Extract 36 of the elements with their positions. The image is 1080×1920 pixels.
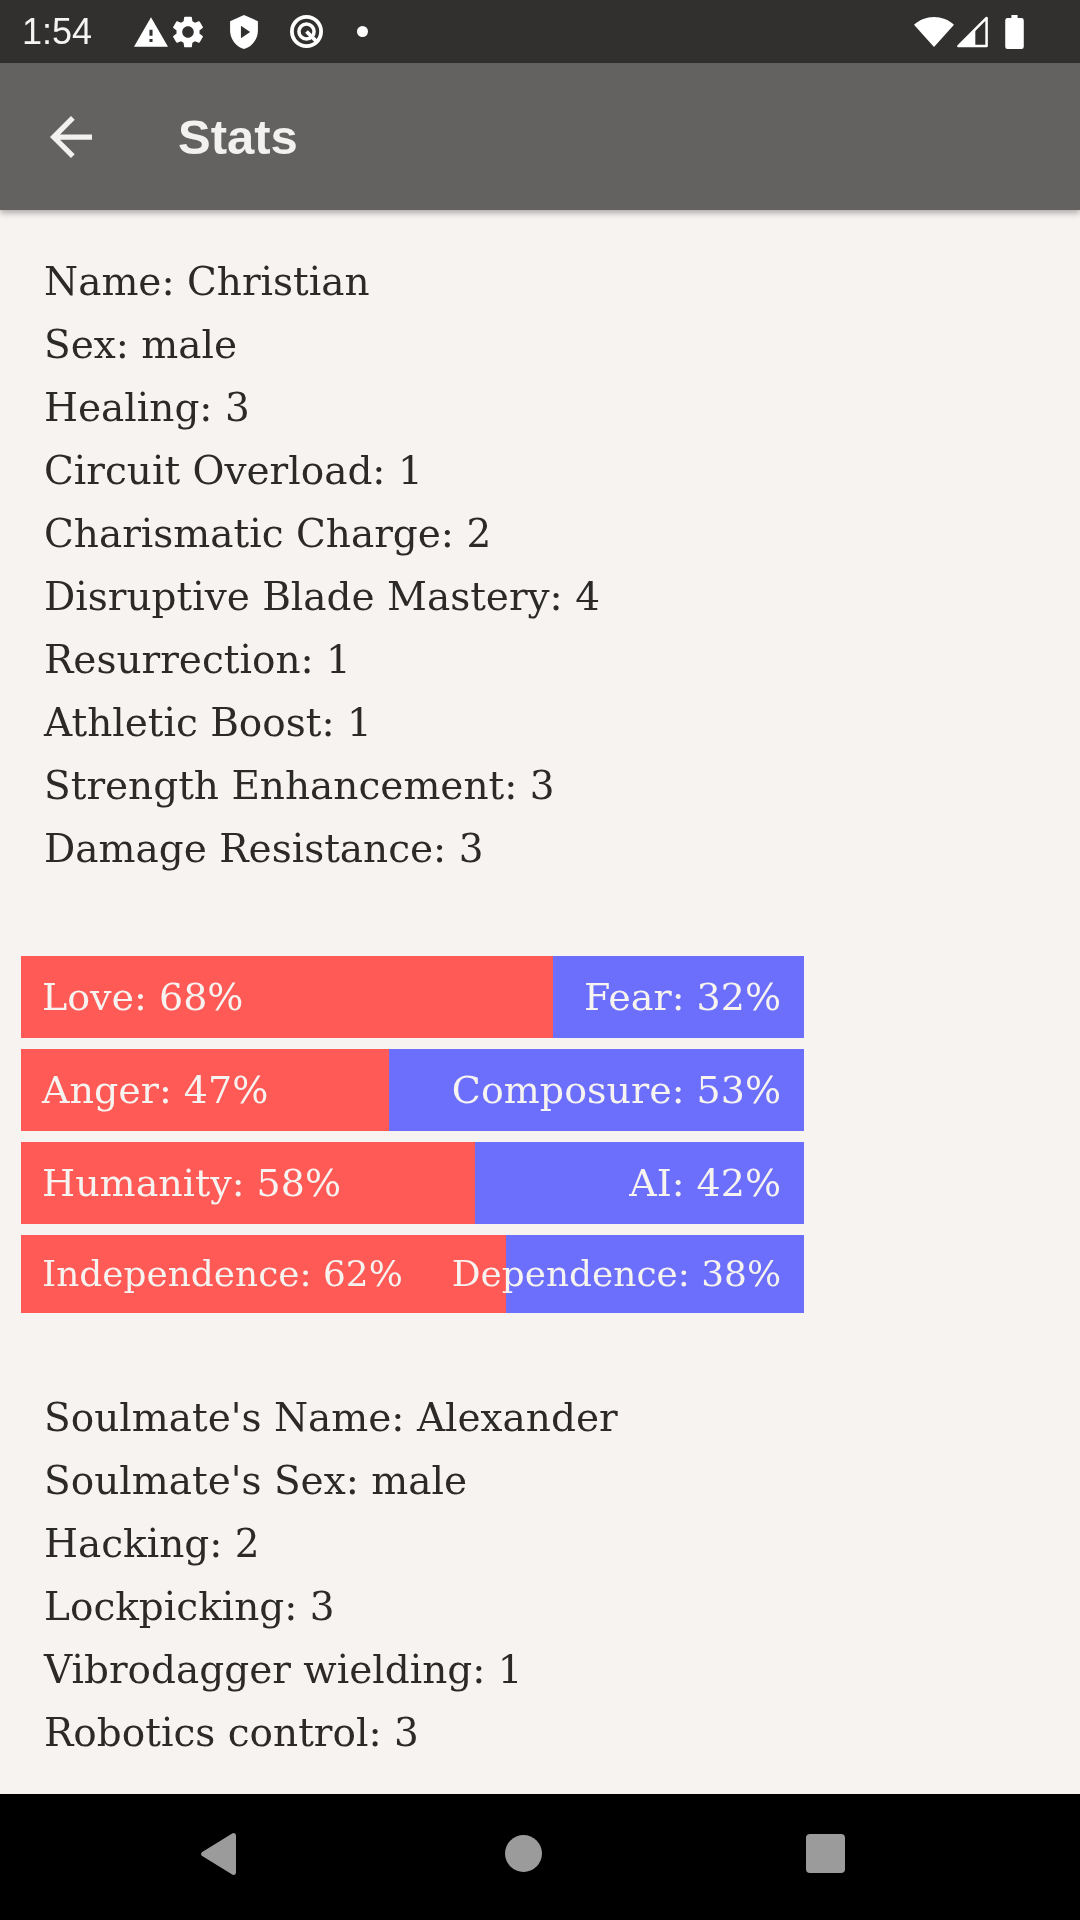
stat-line: Hacking: 2 xyxy=(44,1520,260,1568)
stat-line: Athletic Boost: 1 xyxy=(44,699,372,747)
wifi-icon xyxy=(914,15,954,48)
trait-label: AI: 42% xyxy=(629,1160,781,1206)
ring-icon xyxy=(289,14,325,49)
stat-line: Charismatic Charge: 2 xyxy=(44,510,492,558)
stat-line: Vibrodagger wielding: 1 xyxy=(44,1646,523,1694)
trait-label: Love: 68% xyxy=(42,974,244,1020)
stat-line: Strength Enhancement: 3 xyxy=(44,762,555,810)
stat-line: Lockpicking: 3 xyxy=(44,1583,335,1631)
warning-icon xyxy=(134,16,169,47)
trait-label: Humanity: 58% xyxy=(42,1160,341,1206)
nav-back-icon[interactable] xyxy=(200,1833,238,1875)
stat-line: Circuit Overload: 1 xyxy=(44,447,423,495)
dot-icon xyxy=(357,26,369,37)
stat-line: Damage Resistance: 3 xyxy=(44,825,484,873)
shield-play-icon xyxy=(229,14,260,49)
stat-line: Robotics control: 3 xyxy=(44,1709,419,1757)
trait-label: Fear: 32% xyxy=(584,974,781,1020)
trait-label: Composure: 53% xyxy=(451,1067,781,1113)
status-time: 1:54 xyxy=(22,11,93,52)
stat-line: Soulmate's Name: Alexander xyxy=(44,1394,618,1442)
stat-line: Soulmate's Sex: male xyxy=(44,1457,468,1505)
back-arrow-icon[interactable] xyxy=(50,115,92,158)
stat-line: Disruptive Blade Mastery: 4 xyxy=(44,573,600,621)
stat-line: Resurrection: 1 xyxy=(44,636,351,684)
gear-icon xyxy=(172,15,205,48)
signal-icon xyxy=(957,15,988,48)
battery-icon xyxy=(1004,14,1025,49)
trait-label: Anger: 47% xyxy=(42,1067,269,1113)
stat-line: Healing: 3 xyxy=(44,384,250,432)
trait-label: Independence: 62% xyxy=(42,1252,403,1296)
screen-title: Stats xyxy=(178,108,298,166)
stat-line: Name: Christian xyxy=(44,258,370,306)
stat-line: Sex: male xyxy=(44,321,238,369)
nav-home-icon[interactable] xyxy=(505,1835,542,1872)
